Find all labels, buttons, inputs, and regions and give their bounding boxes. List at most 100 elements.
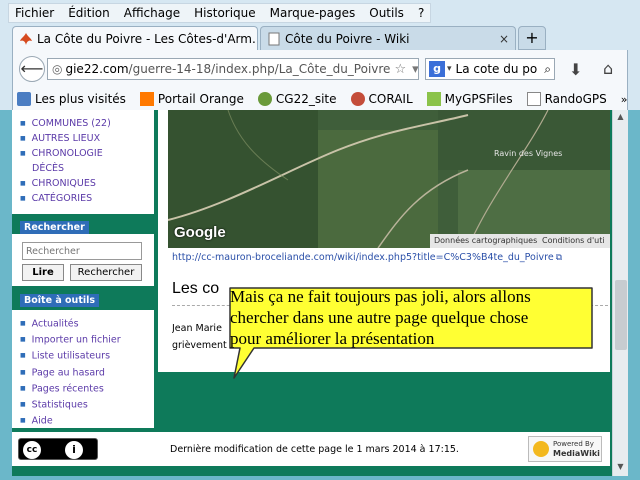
tools-panel: Actualités Importer un fichier Liste uti…: [12, 310, 154, 428]
scroll-thumb[interactable]: [615, 280, 627, 350]
search-text: La cote du po: [455, 62, 538, 76]
url-host: gie22.com: [65, 62, 129, 76]
page-footer: cc i Dernière modification de cette page…: [12, 432, 610, 466]
menu-marque-pages[interactable]: Marque-pages: [270, 6, 356, 20]
bookmark-label: MyGPSFiles: [444, 92, 513, 106]
menu-affichage[interactable]: Affichage: [124, 6, 180, 20]
search-portal-title: Rechercher: [20, 221, 89, 234]
star-icon[interactable]: ☆: [394, 62, 406, 77]
search-button[interactable]: Rechercher: [70, 264, 142, 281]
tools-portal-title: Boîte à outils: [20, 294, 100, 307]
map-data-link[interactable]: Données cartographiques: [430, 234, 542, 248]
body-text: Jean Marie grièvement: [172, 320, 232, 354]
external-link-icon: ⧉: [555, 253, 563, 263]
attribution-icon: i: [65, 441, 83, 459]
globe-icon: ◎: [52, 62, 63, 76]
bookmark-label: RandoGPS: [544, 92, 607, 106]
body-line: Jean Marie: [172, 323, 222, 334]
url-path: /guerre-14-18/index.php/La_Côte_du_Poivr…: [128, 62, 391, 76]
browser-chrome: Fichier Édition Affichage Historique Mar…: [0, 0, 640, 110]
nav-communes[interactable]: COMMUNES (22): [20, 116, 154, 131]
home-icon[interactable]: ⌂: [603, 59, 613, 78]
callout-line: Mais ça ne fait toujours pas joli, alors…: [230, 287, 531, 306]
tool-pages-recentes[interactable]: Pages récentes: [20, 381, 154, 397]
tab-label: La Côte du Poivre - Les Côtes-d'Arm...: [37, 31, 258, 46]
read-button[interactable]: Lire: [22, 264, 64, 281]
menu-edition[interactable]: Édition: [68, 6, 110, 20]
bookmark-portail-orange[interactable]: Portail Orange: [139, 92, 244, 106]
body-line: grièvement: [172, 340, 227, 351]
menu-historique[interactable]: Historique: [194, 6, 256, 20]
corail-icon: [350, 92, 365, 106]
map-terrain-image: [168, 110, 610, 248]
tool-page-hasard[interactable]: Page au hasard: [20, 365, 154, 381]
tab-label: Côte du Poivre - Wiki: [285, 31, 410, 46]
navigation-bar: ⟵ ◎ gie22.com /guerre-14-18/index.php/La…: [12, 50, 628, 88]
bookmarks-overflow-icon[interactable]: »: [621, 93, 632, 106]
search-icon[interactable]: ⌕: [541, 61, 554, 77]
tool-importer[interactable]: Importer un fichier: [20, 332, 154, 348]
last-modified-text: Dernière modification de cette page le 1…: [170, 444, 459, 455]
mediawiki-logo-icon: [533, 441, 549, 457]
menu-fichier[interactable]: Fichier: [15, 6, 54, 20]
bookmark-randogps[interactable]: RandoGPS: [526, 92, 607, 106]
menu-help[interactable]: ?: [418, 6, 424, 20]
map-link-text: http://cc-mauron-broceliande.com/wiki/in…: [172, 252, 554, 263]
callout-line: pour améliorer la présentation: [230, 329, 435, 348]
section-title: Les co: [172, 280, 220, 297]
wiki-search-input[interactable]: [22, 242, 142, 260]
bookmark-mygpsfiles[interactable]: MyGPSFiles: [426, 92, 513, 106]
satellite-map[interactable]: Ravin des Vignes Google Données cartogra…: [168, 110, 610, 248]
tab-close-icon[interactable]: ×: [493, 32, 509, 46]
new-tab-button[interactable]: +: [518, 26, 546, 50]
bookmark-cg22[interactable]: CG22_site: [257, 92, 337, 106]
creative-commons-badge[interactable]: cc i: [18, 438, 98, 460]
callout-text: Mais ça ne fait toujours pas joli, alors…: [230, 286, 594, 349]
bookmark-plus-visites[interactable]: Les plus visités: [17, 92, 126, 106]
page-icon: [526, 92, 541, 106]
tool-aide[interactable]: Aide: [20, 413, 154, 429]
bookmark-folder-icon: [17, 92, 31, 106]
vertical-scrollbar[interactable]: ▲ ▼: [612, 110, 628, 476]
search-bar[interactable]: g ▾ La cote du po ⌕: [425, 58, 555, 80]
bookmark-label: Portail Orange: [157, 92, 244, 106]
bookmarks-toolbar: Les plus visités Portail Orange CG22_sit…: [12, 88, 628, 110]
google-engine-icon[interactable]: g: [429, 61, 445, 77]
mygps-icon: [426, 92, 441, 106]
bookmark-corail[interactable]: CORAIL: [350, 92, 413, 106]
tool-actualites[interactable]: Actualités: [20, 316, 154, 332]
bookmark-label: CG22_site: [275, 92, 337, 106]
back-button[interactable]: ⟵: [19, 56, 45, 82]
map-place-label: Ravin des Vignes: [494, 149, 563, 158]
download-icon[interactable]: ⬇: [569, 60, 582, 79]
callout-line: chercher dans une autre page quelque cho…: [230, 308, 529, 327]
url-bar[interactable]: ◎ gie22.com /guerre-14-18/index.php/La_C…: [47, 58, 419, 80]
tab-cote-du-poivre[interactable]: La Côte du Poivre - Les Côtes-d'Arm... ×: [12, 26, 258, 50]
cc-icon: cc: [23, 441, 41, 459]
nav-categories[interactable]: CATÉGORIES: [20, 191, 154, 206]
fleur-favicon-icon: [20, 32, 32, 45]
page-favicon-icon: [268, 32, 280, 45]
search-panel: Lire Rechercher: [12, 234, 154, 286]
scroll-up-icon[interactable]: ▲: [613, 110, 628, 124]
mediawiki-badge[interactable]: Powered By MediaWiki: [528, 436, 602, 462]
back-arrow-icon: ⟵: [20, 59, 44, 78]
nav-chronologie-deces[interactable]: DÉCÈS: [20, 161, 154, 176]
bookmark-label: CORAIL: [368, 92, 413, 106]
powered-by-label: Powered By: [553, 440, 594, 448]
map-terms-link[interactable]: Conditions d'uti: [538, 234, 610, 248]
scroll-down-icon[interactable]: ▼: [613, 460, 628, 474]
engine-dropdown-icon[interactable]: ▾: [447, 64, 452, 74]
nav-autres-lieux[interactable]: AUTRES LIEUX: [20, 131, 154, 146]
cg22-icon: [257, 92, 272, 106]
external-map-link[interactable]: http://cc-mauron-broceliande.com/wiki/in…: [172, 252, 562, 263]
nav-chroniques[interactable]: CHRONIQUES: [20, 176, 154, 191]
tab-bar: La Côte du Poivre - Les Côtes-d'Arm... ×…: [12, 26, 640, 50]
google-logo: Google: [174, 224, 226, 241]
menu-outils[interactable]: Outils: [369, 6, 404, 20]
tab-wiki[interactable]: Côte du Poivre - Wiki ×: [260, 26, 516, 50]
dropdown-icon[interactable]: ▾: [412, 62, 418, 77]
tool-liste-utilisateurs[interactable]: Liste utilisateurs: [20, 348, 154, 364]
nav-chronologie[interactable]: CHRONOLOGIE: [20, 146, 154, 161]
tool-statistiques[interactable]: Statistiques: [20, 397, 154, 413]
